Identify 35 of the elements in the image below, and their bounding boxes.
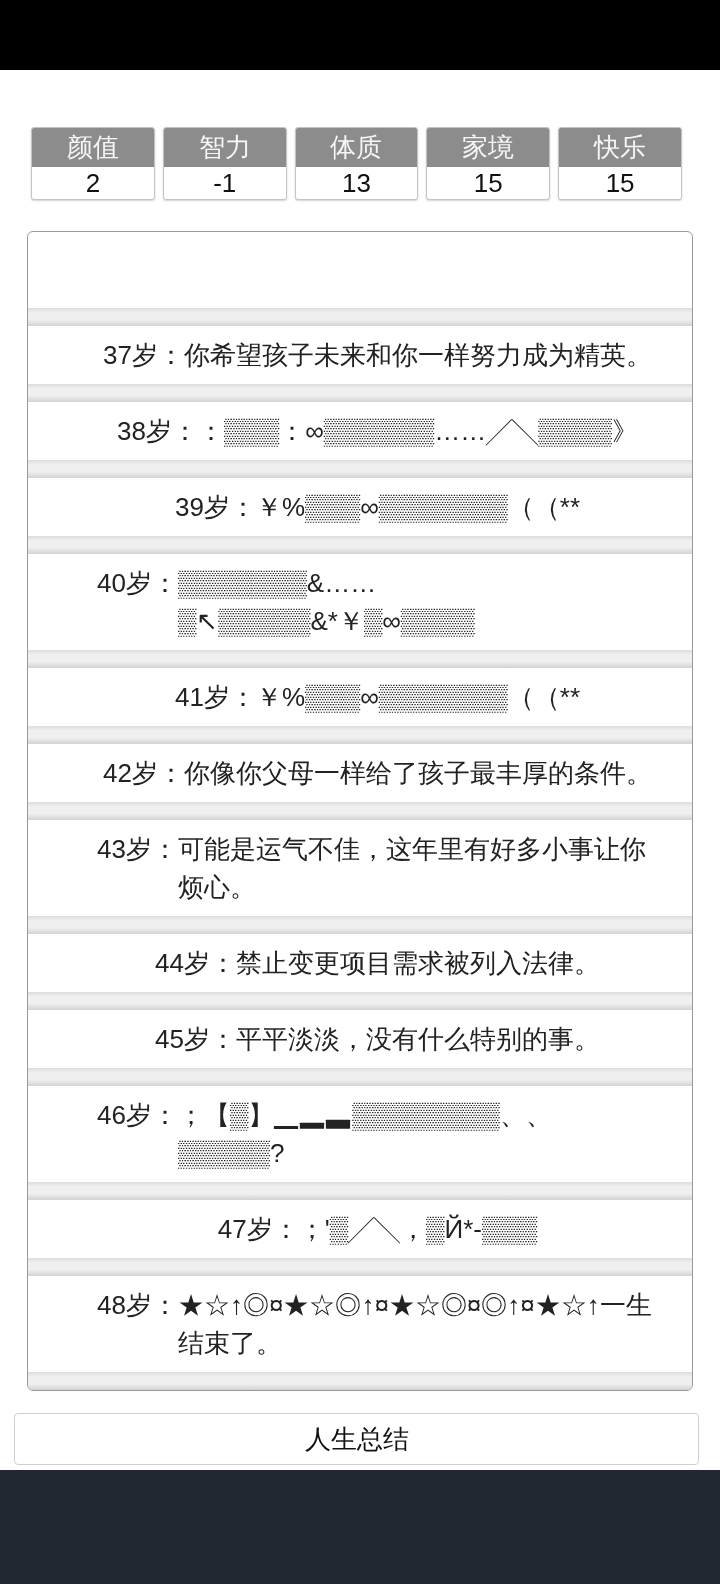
age-label: 46岁： [97, 1099, 178, 1132]
event-text: 平平淡淡，没有什么特别的事。 [235, 1023, 600, 1056]
event-text: ★☆↑◎¤★☆◎↑¤★☆◎¤◎↑¤★☆↑一生结束了。 [177, 1289, 653, 1360]
age-label: 39岁： [175, 491, 256, 524]
stat-label: 智力 [163, 128, 286, 167]
event-text: ￥%▒▒▒∞▒▒▒▒▒▒▒（（** [255, 491, 580, 525]
age-label: 38岁： [117, 415, 198, 448]
event-text: ▒▒▒▒▒▒▒&……▒↖▒▒▒▒▒&*￥▒∞▒▒▒▒ [177, 567, 476, 639]
stat-value: 13 [341, 167, 372, 199]
stat-label: 家境 [427, 128, 550, 167]
event-text: 你希望孩子未来和你一样努力成为精英。 [183, 339, 652, 372]
age-label: 42岁： [103, 757, 184, 790]
event-text: ￥%▒▒▒∞▒▒▒▒▒▒▒（（** [255, 681, 580, 715]
stat-label: 颜值 [32, 128, 154, 167]
stat-label: 体质 [295, 128, 418, 167]
summary-button[interactable]: 人生总结 [14, 1413, 699, 1465]
event-text: 可能是运气不佳，这年里有好多小事让你烦心。 [177, 833, 647, 904]
age-label: 43岁： [97, 833, 178, 866]
stat-value: 15 [604, 167, 636, 199]
stat-value: -1 [212, 167, 238, 199]
event-text: ；【▒】▁▂▃▒▒▒▒▒▒▒▒、、▒▒▒▒▒? [177, 1099, 553, 1171]
age-label: 41岁： [175, 681, 256, 714]
stat-value: 15 [472, 167, 504, 199]
event-text: 禁止变更项目需求被列入法律。 [235, 947, 600, 980]
age-label: 48岁： [97, 1289, 178, 1322]
event-text: 你像你父母一样给了孩子最丰厚的条件。 [183, 757, 652, 790]
age-label: 44岁： [155, 947, 236, 980]
age-label: 45岁： [155, 1023, 236, 1056]
event-text: ：▒▒▒：∞▒▒▒▒▒▒……╱╲▒▒▒▒》 [197, 415, 638, 449]
age-label: 40岁： [97, 567, 178, 600]
stat-value: 2 [84, 167, 102, 199]
event-text: ；'▒╱╲，▒Й*-▒▒▒ [298, 1213, 538, 1247]
stat-label: 快乐 [559, 128, 681, 167]
age-label: 37岁： [103, 339, 184, 372]
age-label: 47岁： [217, 1213, 299, 1246]
